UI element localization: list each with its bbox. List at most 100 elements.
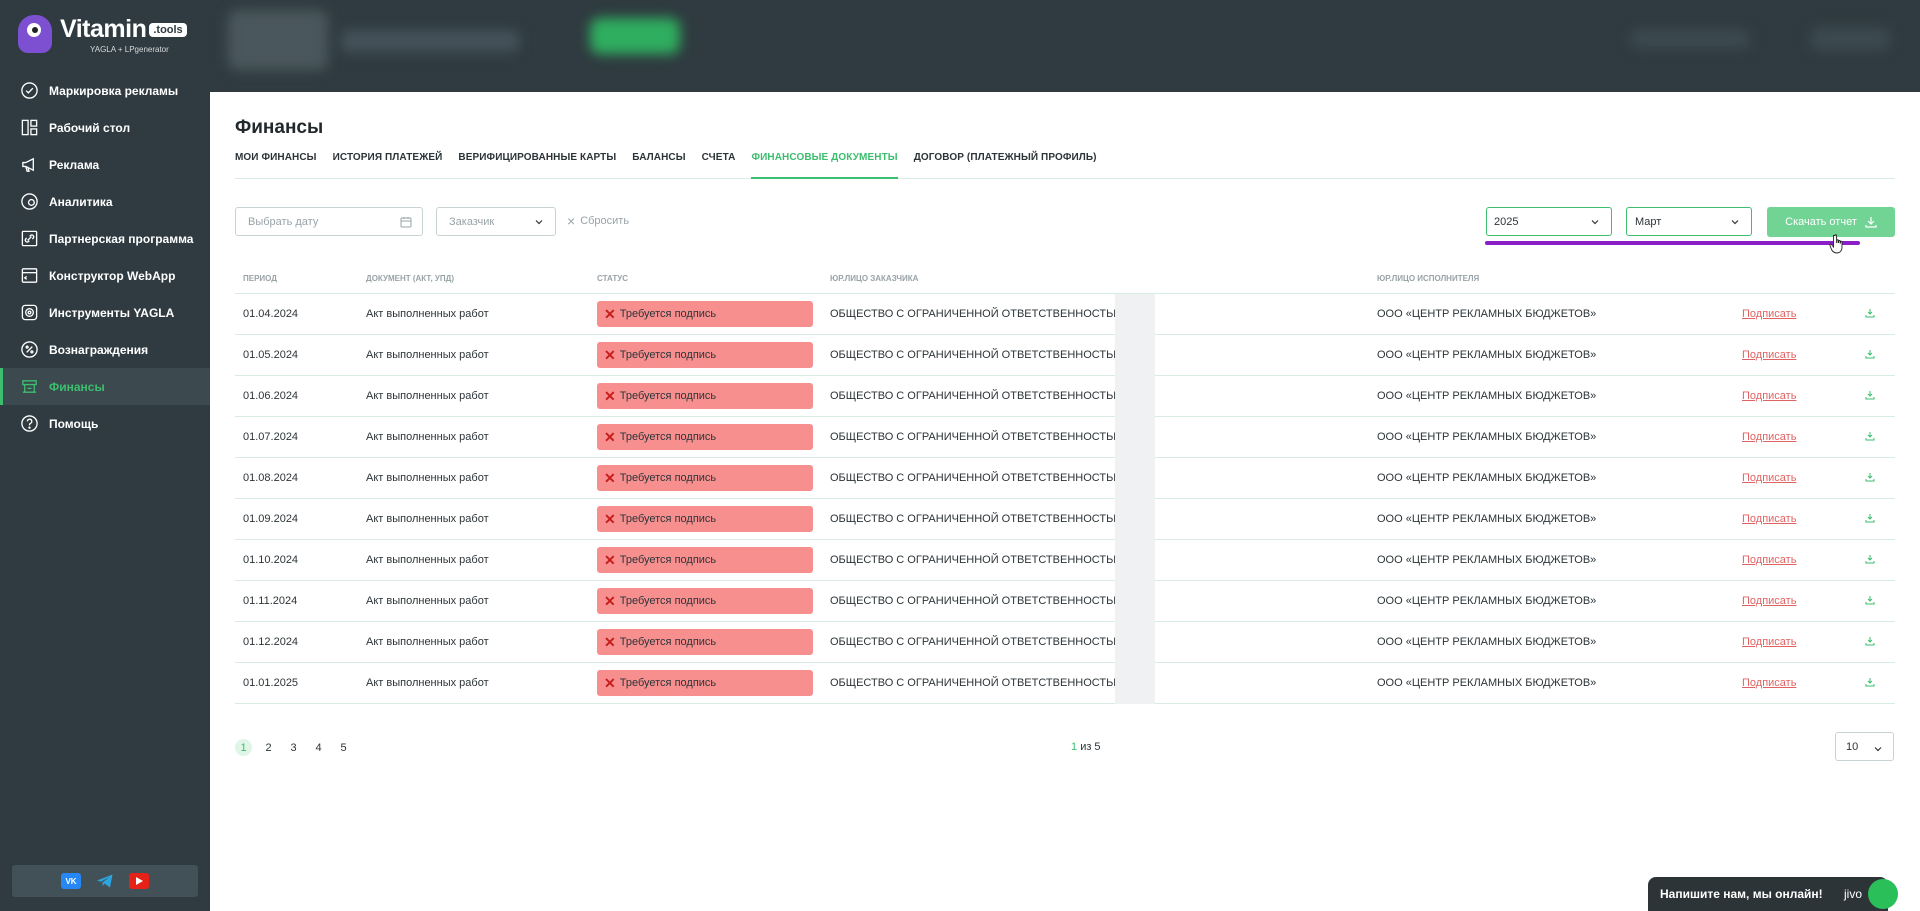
status-label: Требуется подпись <box>619 431 717 443</box>
row-download-icon[interactable] <box>1865 592 1875 610</box>
sidebar-item-label: Аналитика <box>49 194 113 209</box>
cell-period: 01.07.2024 <box>243 431 299 443</box>
reward-icon <box>19 340 39 360</box>
tab-contract[interactable]: ДОГОВОР (ПЛАТЕЖНЫЙ ПРОФИЛЬ) <box>914 152 1097 179</box>
redacted-region <box>1115 663 1155 704</box>
row-download-icon[interactable] <box>1865 428 1875 446</box>
row-download-icon[interactable] <box>1865 387 1875 405</box>
status-label: Требуется подпись <box>619 390 717 402</box>
table-row: 01.07.2024 Акт выполненных работ ✕ Требуетс… <box>235 417 1895 458</box>
cell-period: 01.12.2024 <box>243 636 299 648</box>
page-button[interactable]: 3 <box>285 739 302 756</box>
sidebar-item-webapp-builder[interactable]: Конструктор WebApp <box>0 257 210 294</box>
sidebar-nav: Маркировка рекламы Рабочий стол Реклама … <box>0 72 210 442</box>
tab-invoices[interactable]: СЧЕТА <box>702 152 736 179</box>
sidebar-item-rewards[interactable]: Вознаграждения <box>0 331 210 368</box>
month-select[interactable]: Март <box>1626 207 1752 236</box>
status-badge: ✕ Требуется подпись <box>597 629 813 655</box>
sign-link[interactable]: Подписать <box>1742 677 1796 689</box>
sidebar-item-dashboard[interactable]: Рабочий стол <box>0 109 210 146</box>
youtube-icon[interactable] <box>129 873 149 889</box>
cell-customer: ОБЩЕСТВО С ОГРАНИЧЕННОЙ ОТВЕТСТВЕННОСТЬЮ <box>830 390 1125 402</box>
page-button[interactable]: 2 <box>260 739 277 756</box>
tab-financial-documents[interactable]: ФИНАНСОВЫЕ ДОКУМЕНТЫ <box>751 152 898 179</box>
sidebar-item-help[interactable]: Помощь <box>0 405 210 442</box>
reset-button[interactable]: × Сбросить <box>567 214 629 228</box>
tab-verified-cards[interactable]: ВЕРИФИЦИРОВАННЫЕ КАРТЫ <box>458 152 616 179</box>
date-picker-field[interactable]: Выбрать дату <box>235 207 423 236</box>
year-select[interactable]: 2025 <box>1486 207 1612 236</box>
customer-select[interactable]: Заказчик <box>436 207 556 236</box>
cell-period: 01.04.2024 <box>243 308 299 320</box>
sign-link[interactable]: Подписать <box>1742 308 1796 320</box>
page-button[interactable]: 5 <box>335 739 352 756</box>
social-links: VK <box>12 865 198 897</box>
sidebar-item-ad-marking[interactable]: Маркировка рекламы <box>0 72 210 109</box>
check-circle-icon <box>19 81 39 101</box>
blurred-region <box>1630 30 1750 48</box>
sign-link[interactable]: Подписать <box>1742 554 1796 566</box>
tab-balances[interactable]: БАЛАНСЫ <box>632 152 685 179</box>
table-row: 01.01.2025 Акт выполненных работ ✕ Требуетс… <box>235 663 1895 704</box>
status-badge: ✕ Требуется подпись <box>597 465 813 491</box>
per-page-value: 10 <box>1846 740 1859 753</box>
sidebar-item-label: Вознаграждения <box>49 342 149 357</box>
cell-document: Акт выполненных работ <box>366 636 489 648</box>
tabs: МОИ ФИНАНСЫ ИСТОРИЯ ПЛАТЕЖЕЙ ВЕРИФИЦИРОВ… <box>235 152 1895 179</box>
logo[interactable]: Vitamin .tools YAGLA + LPgenerator <box>0 0 210 68</box>
sidebar-item-analytics[interactable]: Аналитика <box>0 183 210 220</box>
row-download-icon[interactable] <box>1865 551 1875 569</box>
page-button[interactable]: 4 <box>310 739 327 756</box>
sidebar: Vitamin .tools YAGLA + LPgenerator Марки… <box>0 0 210 911</box>
row-download-icon[interactable] <box>1865 674 1875 692</box>
row-download-icon[interactable] <box>1865 305 1875 323</box>
cell-executor: ООО «ЦЕНТР РЕКЛАМНЫХ БЮДЖЕТОВ» <box>1377 431 1597 443</box>
chevron-down-icon <box>1731 220 1739 225</box>
logo-badge: .tools <box>149 23 187 37</box>
cell-executor: ООО «ЦЕНТР РЕКЛАМНЫХ БЮДЖЕТОВ» <box>1377 595 1597 607</box>
close-icon: ✕ <box>604 592 616 609</box>
sidebar-item-ads[interactable]: Реклама <box>0 146 210 183</box>
sidebar-item-label: Партнерская программа <box>49 231 194 246</box>
help-icon <box>19 414 39 434</box>
sidebar-item-yagla-tools[interactable]: Инструменты YAGLA <box>0 294 210 331</box>
cell-customer: ОБЩЕСТВО С ОГРАНИЧЕННОЙ ОТВЕТСТВЕННОСТЬЮ <box>830 431 1125 443</box>
sign-link[interactable]: Подписать <box>1742 390 1796 402</box>
sidebar-item-label: Рабочий стол <box>49 120 131 135</box>
sidebar-item-label: Инструменты YAGLA <box>49 305 175 320</box>
cell-customer: ОБЩЕСТВО С ОГРАНИЧЕННОЙ ОТВЕТСТВЕННОСТЬЮ <box>830 513 1125 525</box>
close-icon: ✕ <box>604 510 616 527</box>
column-header-period: ПЕРИОД <box>243 274 277 283</box>
sidebar-item-label: Финансы <box>49 379 105 394</box>
row-download-icon[interactable] <box>1865 633 1875 651</box>
status-label: Требуется подпись <box>619 554 717 566</box>
row-download-icon[interactable] <box>1865 510 1875 528</box>
sign-link[interactable]: Подписать <box>1742 431 1796 443</box>
page-list: 1 2 3 4 5 <box>235 739 352 756</box>
table-row: 01.09.2024 Акт выполненных работ ✕ Требуетс… <box>235 499 1895 540</box>
sidebar-item-partner-program[interactable]: Партнерская программа <box>0 220 210 257</box>
sign-link[interactable]: Подписать <box>1742 349 1796 361</box>
topbar <box>210 0 1920 92</box>
status-label: Требуется подпись <box>619 349 717 361</box>
page-button[interactable]: 1 <box>235 739 252 756</box>
sign-link[interactable]: Подписать <box>1742 595 1796 607</box>
sidebar-item-finance[interactable]: Финансы <box>0 368 210 405</box>
per-page-select[interactable]: 10 <box>1835 732 1894 761</box>
vk-icon[interactable]: VK <box>61 873 81 889</box>
sign-link[interactable]: Подписать <box>1742 636 1796 648</box>
row-download-icon[interactable] <box>1865 346 1875 364</box>
sidebar-item-label: Маркировка рекламы <box>49 83 179 98</box>
chat-widget[interactable]: Напишите нам, мы онлайн! jivo <box>1648 877 1898 911</box>
table-row: 01.11.2024 Акт выполненных работ ✕ Требуетс… <box>235 581 1895 622</box>
calendar-icon <box>400 217 412 228</box>
tab-my-finances[interactable]: МОИ ФИНАНСЫ <box>235 152 317 179</box>
sign-link[interactable]: Подписать <box>1742 472 1796 484</box>
sidebar-item-label: Конструктор WebApp <box>49 268 176 283</box>
telegram-icon[interactable] <box>95 873 115 889</box>
cell-executor: ООО «ЦЕНТР РЕКЛАМНЫХ БЮДЖЕТОВ» <box>1377 554 1597 566</box>
row-download-icon[interactable] <box>1865 469 1875 487</box>
link-icon <box>19 229 39 249</box>
tab-payment-history[interactable]: ИСТОРИЯ ПЛАТЕЖЕЙ <box>333 152 443 179</box>
sign-link[interactable]: Подписать <box>1742 513 1796 525</box>
